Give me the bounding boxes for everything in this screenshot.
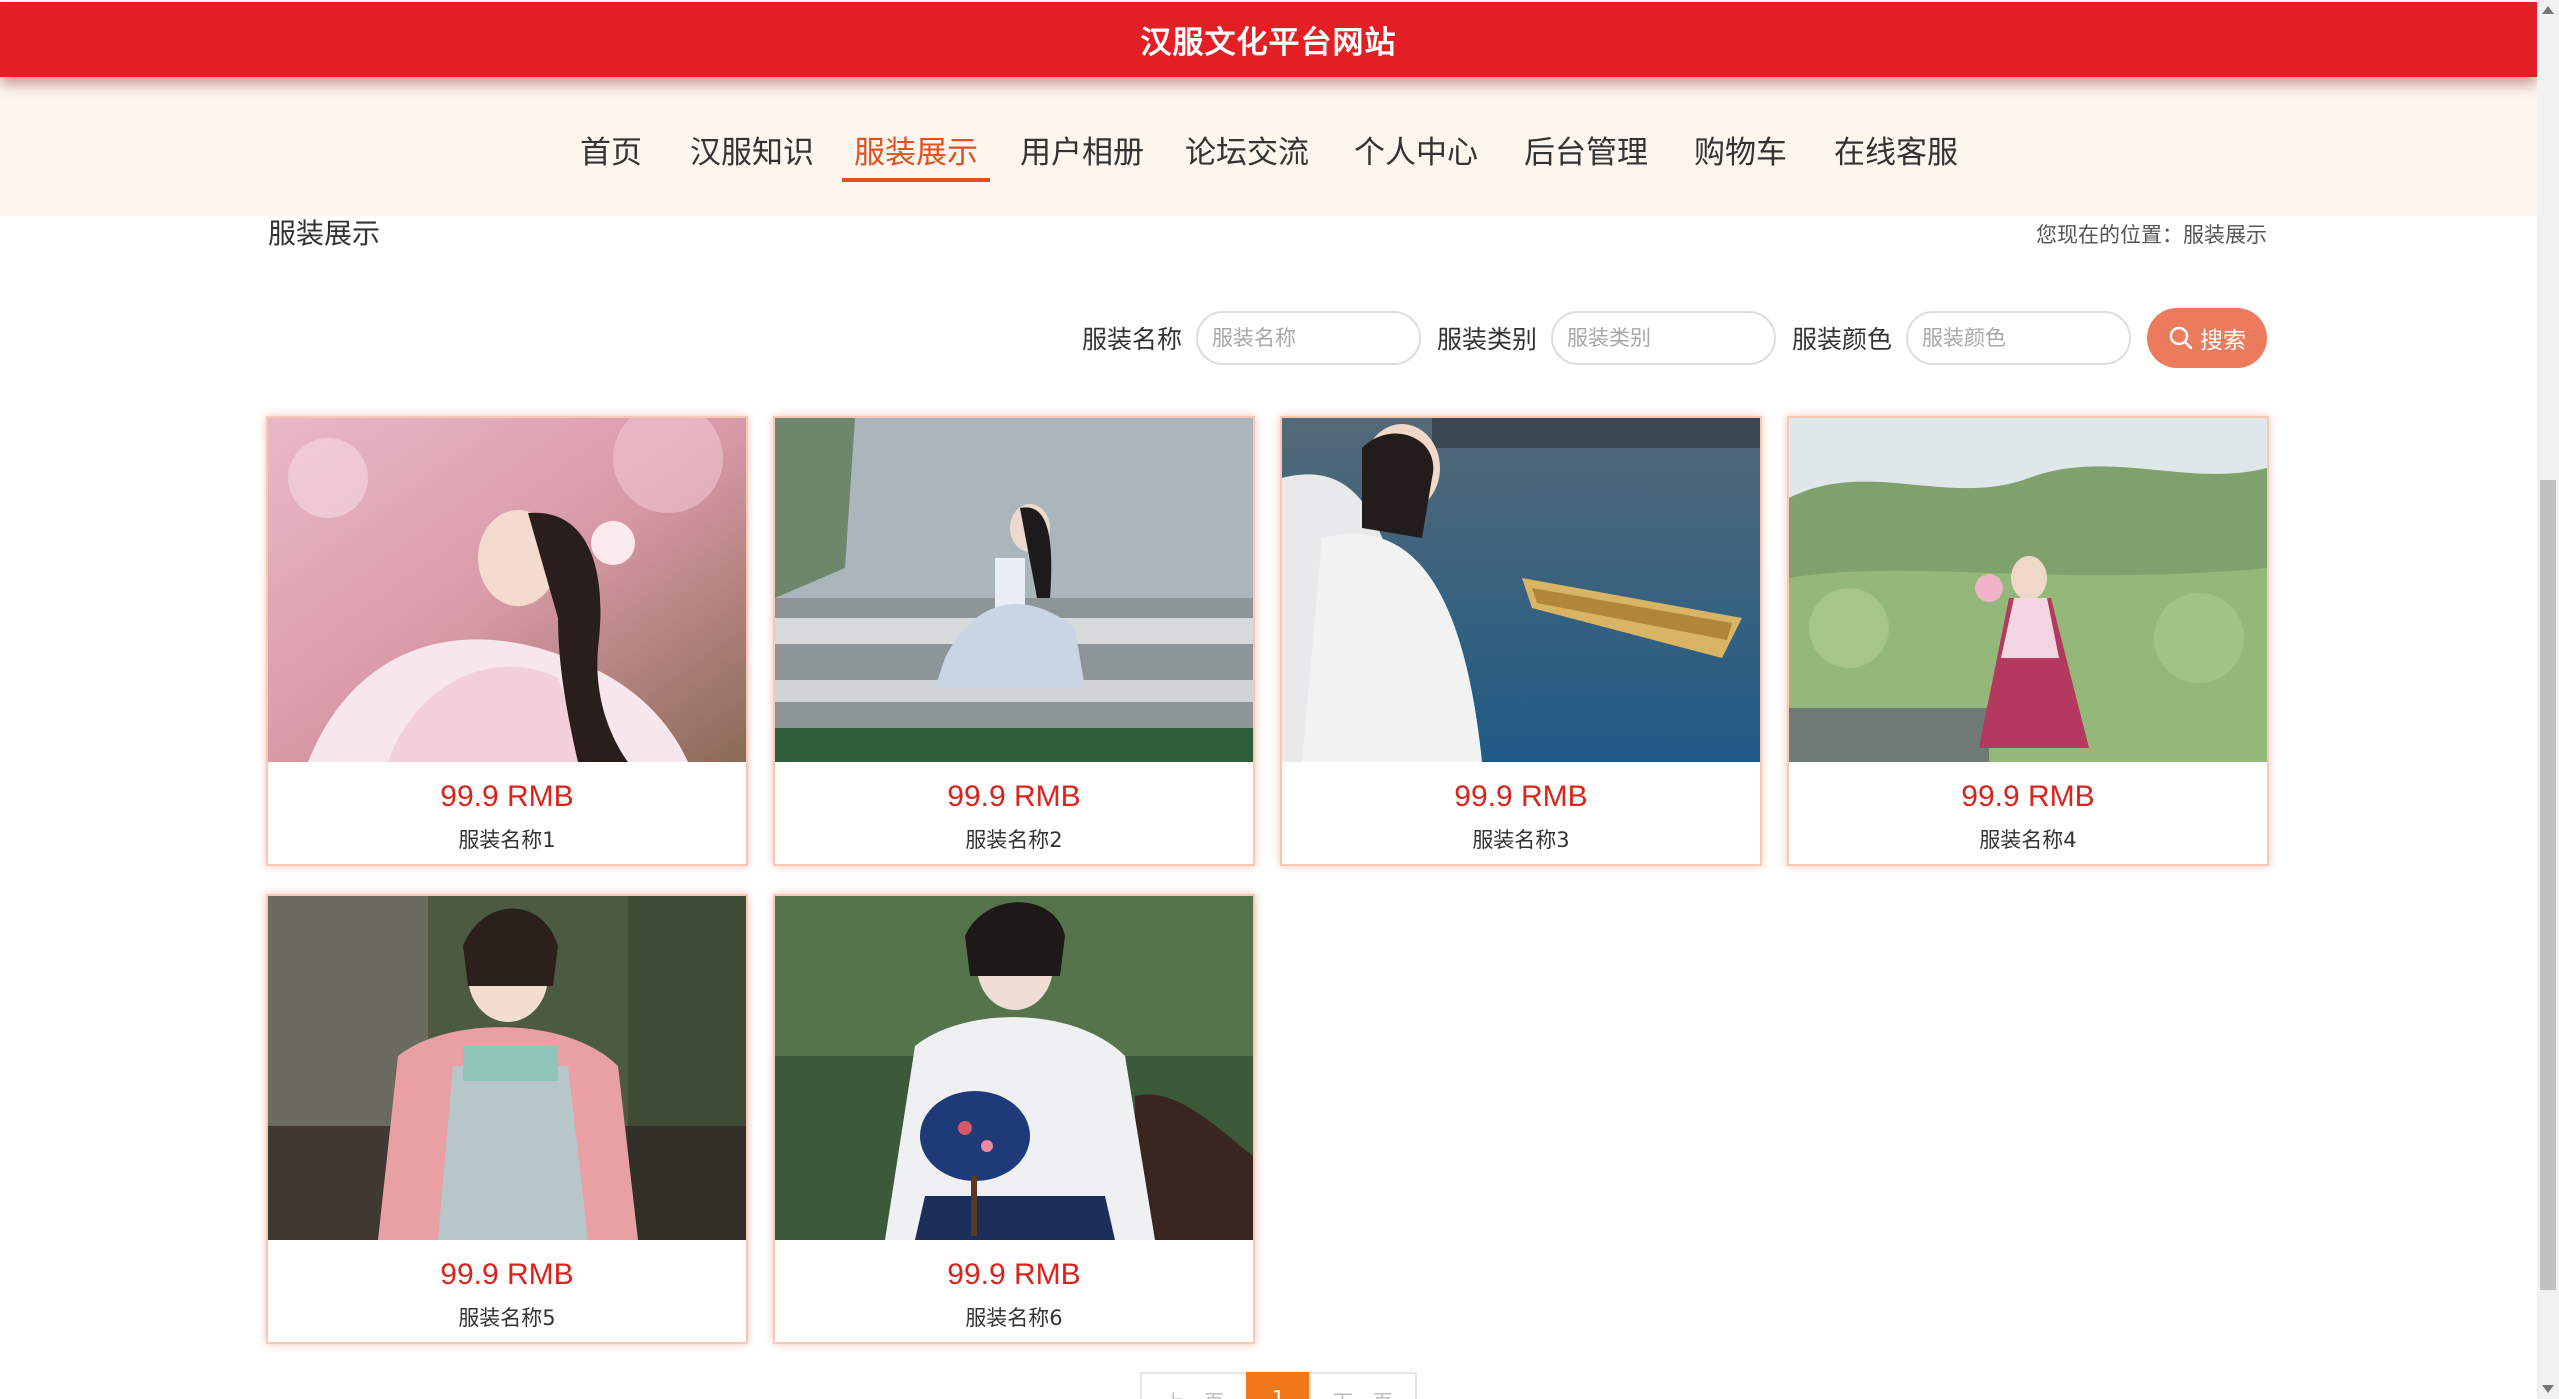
clothing-category-label: 服装类别	[1436, 325, 1537, 354]
product-card[interactable]: 99.9 RMB 服装名称3	[1280, 416, 1762, 866]
scroll-up-arrow-icon[interactable]	[2542, 6, 2554, 14]
product-image[interactable]	[775, 418, 1253, 762]
clothing-color-label: 服装颜色	[1791, 325, 1892, 354]
product-card[interactable]: 99.9 RMB 服装名称1	[266, 416, 748, 866]
breadcrumb-current: 服装展示	[2183, 223, 2267, 247]
search-button-label: 搜索	[2200, 327, 2246, 353]
search-icon	[2168, 325, 2194, 351]
product-price: 99.9 RMB	[1961, 780, 2095, 813]
nav-item-hanfu-knowledge[interactable]: 汉服知识	[690, 127, 814, 177]
product-image[interactable]	[268, 418, 746, 762]
product-price: 99.9 RMB	[947, 780, 1081, 813]
clothing-color-input[interactable]	[1906, 311, 2131, 365]
site-title: 汉服文化平台网站	[1140, 25, 1397, 61]
search-button[interactable]: 搜索	[2147, 308, 2267, 368]
main-content: 服装展示 您现在的位置：服装展示 服装名称 服装类别 服装颜色 搜索	[0, 216, 2537, 1399]
product-price: 99.9 RMB	[440, 1258, 574, 1291]
nav-item-cart[interactable]: 购物车	[1694, 127, 1787, 177]
product-card[interactable]: 99.9 RMB 服装名称6	[773, 894, 1255, 1344]
product-price: 99.9 RMB	[1454, 780, 1588, 813]
page-number-current[interactable]: 1	[1246, 1372, 1311, 1399]
site-header: 汉服文化平台网站	[0, 2, 2537, 77]
search-form: 服装名称 服装类别 服装颜色 搜索	[1082, 308, 2267, 368]
product-card[interactable]: 99.9 RMB 服装名称4	[1787, 416, 2269, 866]
product-price: 99.9 RMB	[947, 1258, 1081, 1291]
nav-item-home[interactable]: 首页	[580, 127, 642, 177]
pagination: 上一页 1 下一页	[1140, 1372, 1417, 1399]
browser-viewport: 汉服文化平台网站 首页 汉服知识 服装展示 用户相册 论坛交流 个人中心 后台管…	[0, 0, 2559, 1399]
product-image[interactable]	[775, 896, 1253, 1240]
scroll-down-arrow-icon[interactable]	[2542, 1385, 2554, 1393]
nav-item-admin[interactable]: 后台管理	[1524, 127, 1648, 177]
product-image[interactable]	[1282, 418, 1760, 762]
product-name[interactable]: 服装名称1	[268, 824, 746, 854]
product-image[interactable]	[268, 896, 746, 1240]
breadcrumb-label: 您现在的位置：	[2036, 223, 2183, 247]
product-price: 99.9 RMB	[440, 780, 574, 813]
product-image[interactable]	[1789, 418, 2267, 762]
next-page-button[interactable]: 下一页	[1308, 1372, 1417, 1399]
clothing-category-input[interactable]	[1550, 311, 1776, 365]
page-scrollbar[interactable]	[2537, 0, 2559, 1399]
product-name[interactable]: 服装名称5	[268, 1302, 746, 1332]
nav-item-user-album[interactable]: 用户相册	[1020, 127, 1144, 177]
product-card[interactable]: 99.9 RMB 服装名称2	[773, 416, 1255, 866]
product-name[interactable]: 服装名称2	[775, 824, 1253, 854]
nav-item-clothing-display[interactable]: 服装展示	[842, 127, 990, 182]
clothing-name-input[interactable]	[1195, 311, 1421, 365]
nav-item-personal-center[interactable]: 个人中心	[1354, 127, 1478, 177]
nav-list: 首页 汉服知识 服装展示 用户相册 论坛交流 个人中心 后台管理 购物车 在线客…	[0, 77, 2537, 216]
scrollbar-thumb[interactable]	[2540, 480, 2556, 1290]
nav-item-forum[interactable]: 论坛交流	[1185, 127, 1309, 177]
product-name[interactable]: 服装名称3	[1282, 824, 1760, 854]
page-title: 服装展示	[268, 217, 381, 250]
product-card[interactable]: 99.9 RMB 服装名称5	[266, 894, 748, 1344]
breadcrumb: 您现在的位置：服装展示	[2036, 220, 2267, 250]
main-nav: 首页 汉服知识 服装展示 用户相册 论坛交流 个人中心 后台管理 购物车 在线客…	[0, 77, 2537, 216]
product-name[interactable]: 服装名称6	[775, 1302, 1253, 1332]
clothing-name-label: 服装名称	[1081, 325, 1182, 354]
prev-page-button[interactable]: 上一页	[1140, 1372, 1248, 1399]
product-name[interactable]: 服装名称4	[1789, 824, 2267, 854]
nav-item-customer-service[interactable]: 在线客服	[1834, 127, 1958, 177]
